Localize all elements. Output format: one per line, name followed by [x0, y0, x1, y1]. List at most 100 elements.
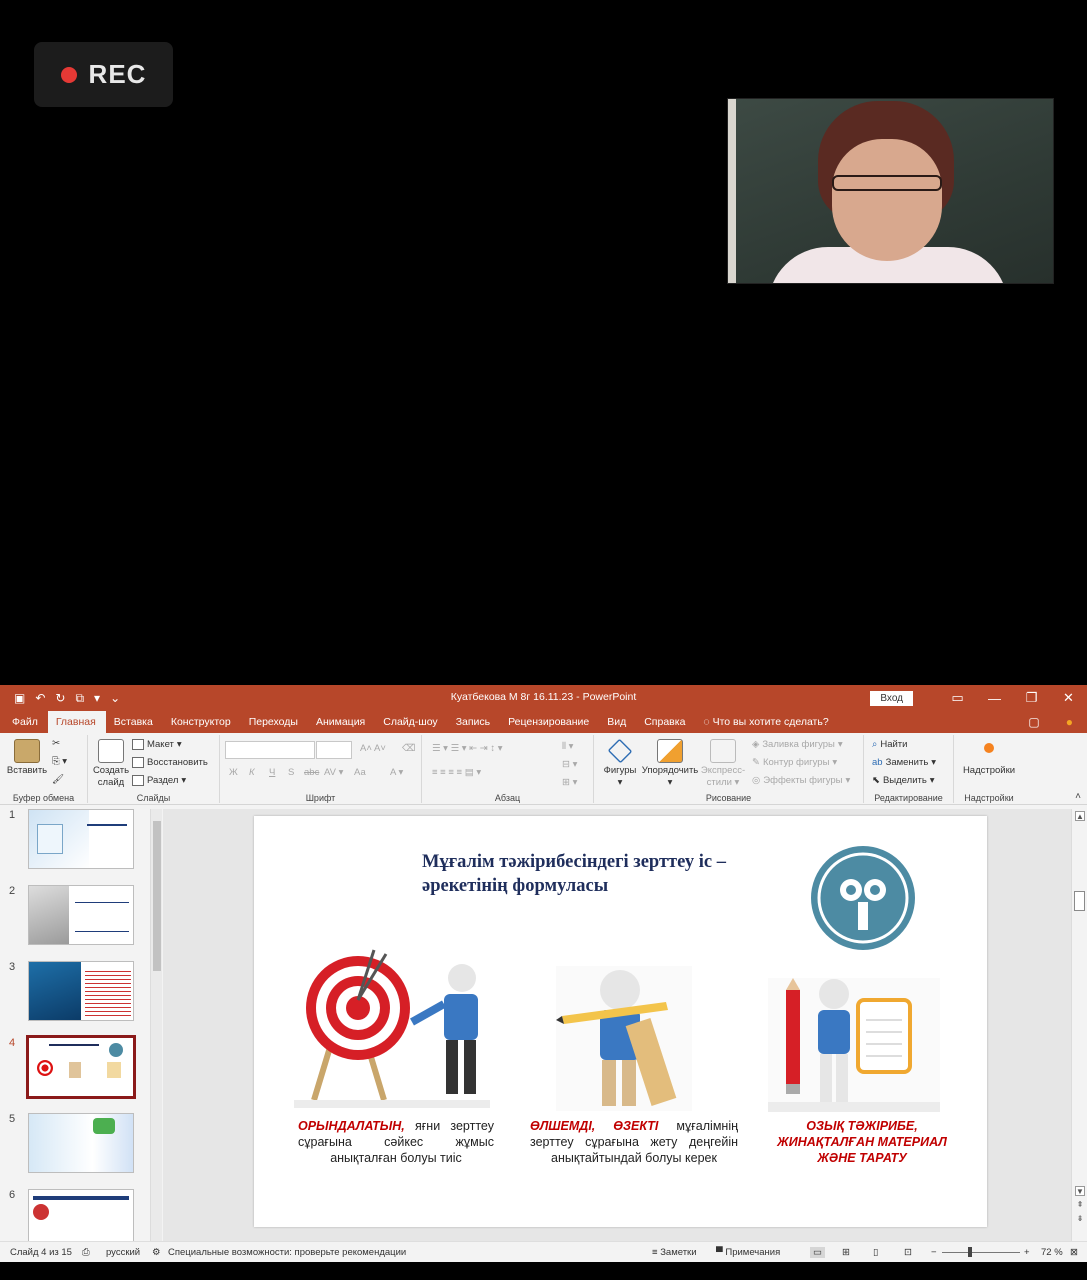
thumbnail-slide-1[interactable]: 1 — [0, 809, 150, 871]
font-color-icon[interactable]: ▾ — [94, 691, 100, 705]
accessibility-status[interactable]: Специальные возможности: проверьте реком… — [168, 1247, 406, 1258]
thumbnails-scroll-thumb[interactable] — [153, 821, 161, 971]
thumbnail-slide-4[interactable]: 4 — [0, 1035, 150, 1099]
thumbnail-slide-2[interactable]: 2 — [0, 885, 150, 947]
caption-measurable[interactable]: ӨЛШЕМДІ, ӨЗЕКТІ мұғалімнің зерттеу сұрағ… — [530, 1118, 738, 1166]
spacing-icon[interactable]: AV ▾ — [324, 767, 343, 778]
bold-button[interactable]: Ж — [229, 767, 238, 778]
share-icon[interactable]: ● — [1066, 715, 1073, 729]
bullets-icon[interactable]: ☰ ▾ ☰ ▾ ⇤ ⇥ ↕ ▾ — [432, 743, 503, 754]
quick-styles-button[interactable]: Экспресс-стили ▾ — [698, 739, 748, 789]
minimize-icon[interactable]: — — [976, 691, 1013, 706]
paste-icon — [14, 739, 40, 763]
addins-button[interactable]: Надстройки — [958, 739, 1020, 777]
font-name-select[interactable] — [225, 741, 315, 759]
reset-button[interactable]: Восстановить — [132, 757, 208, 768]
normal-view-icon[interactable]: ▭ — [810, 1247, 825, 1258]
paste-button[interactable]: Вставить — [4, 739, 50, 777]
caption-feasible[interactable]: ОРЫНДАЛАТЫН, яғни зерттеу сұрағына сәйке… — [298, 1118, 494, 1166]
strikethrough-button[interactable]: abc — [304, 767, 319, 778]
align-icon[interactable]: ≡ ≡ ≡ ≡ ▤ ▾ — [432, 767, 481, 778]
quick-access-toolbar: ▣ ↶ ↻ ⧉ ▾ ⌄ — [0, 691, 120, 706]
comments-button[interactable]: ▀ Примечания — [716, 1247, 780, 1258]
select-button[interactable]: ⬉ Выделить ▾ — [872, 775, 935, 786]
underline-button[interactable]: Ч — [269, 767, 275, 778]
tab-record[interactable]: Запись — [448, 716, 500, 733]
shadow-button[interactable]: S — [288, 767, 294, 778]
thumbnails-scrollbar[interactable] — [150, 809, 162, 1241]
slide-scroll-thumb[interactable] — [1074, 891, 1085, 911]
shapes-button[interactable]: Фигуры ▾ — [600, 738, 640, 789]
current-slide[interactable]: Мұғалім тәжірибесіндегі зерттеу іс – әре… — [254, 816, 987, 1227]
sign-in-button[interactable]: Вход — [870, 690, 913, 706]
redo-icon[interactable]: ↻ — [55, 691, 65, 705]
zoom-out-icon[interactable]: − — [931, 1247, 937, 1258]
zoom-slider-knob[interactable] — [968, 1247, 972, 1257]
record-dot-icon — [60, 66, 77, 83]
shape-effects-button[interactable]: ◎ Эффекты фигуры ▾ — [752, 775, 850, 786]
tell-me-search[interactable]: ◌ Что вы хотите сделать? — [695, 716, 838, 733]
customize-qat-icon[interactable]: ⌄ — [110, 691, 120, 705]
scroll-up-icon[interactable]: ▲ — [1075, 811, 1085, 821]
close-icon[interactable]: ✕ — [1050, 690, 1087, 706]
spelling-icon[interactable]: ⎙ — [82, 1247, 90, 1258]
format-painter-icon[interactable]: 🖌 — [52, 774, 64, 785]
shape-fill-button[interactable]: ◈ Заливка фигуры ▾ — [752, 739, 843, 750]
collapse-ribbon-icon[interactable]: ˄ — [1075, 791, 1081, 802]
zoom-slider[interactable] — [942, 1252, 1020, 1253]
italic-button[interactable]: К — [249, 767, 255, 778]
tab-transitions[interactable]: Переходы — [241, 716, 308, 733]
thumbnail-slide-3[interactable]: 3 — [0, 961, 150, 1023]
tab-view[interactable]: Вид — [599, 716, 636, 733]
tab-animations[interactable]: Анимация — [308, 716, 375, 733]
slideshow-icon[interactable]: ⊡ — [904, 1247, 912, 1258]
tab-home[interactable]: Главная — [47, 711, 106, 733]
clear-format-icon[interactable]: ⌫ — [402, 743, 415, 754]
replace-button[interactable]: ab Заменить ▾ — [872, 757, 936, 768]
save-icon[interactable]: ▣ — [14, 691, 25, 705]
cut-icon[interactable]: ✂ — [52, 738, 60, 749]
caption-best-practice[interactable]: ОЗЫҚ ТӘЖІРИБЕ, ЖИНАҚТАЛҒАН МАТЕРИАЛ ЖӘНЕ… — [764, 1118, 960, 1166]
change-case-button[interactable]: Аа — [354, 767, 366, 778]
tab-review[interactable]: Рецензирование — [500, 716, 599, 733]
font-size-select[interactable] — [316, 741, 352, 759]
fit-slide-icon[interactable]: ⊠ — [1070, 1247, 1078, 1258]
slide-sorter-icon[interactable]: ⊞ — [842, 1247, 850, 1258]
align-text-icon[interactable]: ⊟ ▾ — [562, 759, 577, 770]
present-icon[interactable]: ⧉ — [75, 691, 84, 706]
copy-icon[interactable]: ⎘ ▾ — [52, 756, 67, 767]
font-color-icon[interactable]: A ▾ — [390, 767, 403, 778]
tab-design[interactable]: Конструктор — [163, 716, 241, 733]
arrange-button[interactable]: Упорядочить ▾ — [638, 739, 702, 789]
slide-title[interactable]: Мұғалім тәжірибесіндегі зерттеу іс – әре… — [422, 850, 726, 898]
tab-help[interactable]: Справка — [636, 716, 695, 733]
find-button[interactable]: ⌕ Найти — [872, 739, 907, 750]
layout-button[interactable]: Макет ▾ — [132, 739, 182, 750]
tab-slideshow[interactable]: Слайд-шоу — [375, 716, 447, 733]
comments-icon[interactable]: ▢ — [1028, 715, 1039, 729]
next-slide-icon[interactable]: ⇟ — [1075, 1214, 1085, 1224]
text-direction-icon[interactable]: ⫴ ▾ — [562, 741, 573, 752]
previous-slide-icon[interactable]: ⇞ — [1075, 1200, 1085, 1210]
zoom-level[interactable]: 72 % — [1041, 1247, 1063, 1258]
thumbnail-slide-5[interactable]: 5 — [0, 1113, 150, 1175]
tab-insert[interactable]: Вставка — [106, 716, 163, 733]
notes-button[interactable]: ≡ Заметки — [652, 1247, 697, 1258]
section-button[interactable]: Раздел ▾ — [132, 775, 186, 786]
tell-me-label: Что вы хотите сделать? — [712, 716, 829, 728]
ribbon-display-icon[interactable]: ▭ — [939, 690, 976, 706]
new-slide-button[interactable]: Создать слайд — [91, 739, 131, 789]
slide-scrollbar[interactable]: ▲ ▼ ⇞ ⇟ — [1071, 809, 1087, 1241]
undo-icon[interactable]: ↶ — [35, 691, 45, 705]
reading-view-icon[interactable]: ▯ — [873, 1247, 878, 1258]
zoom-in-icon[interactable]: + — [1024, 1247, 1030, 1258]
thumbnail-image — [28, 961, 134, 1021]
grow-font-icon[interactable]: A˄ A˅ — [360, 743, 386, 754]
tab-file[interactable]: Файл — [4, 716, 48, 733]
accessibility-icon[interactable]: ⚙ — [152, 1247, 161, 1258]
smartart-icon[interactable]: ⊞ ▾ — [562, 777, 577, 788]
shape-outline-button[interactable]: ✎ Контур фигуры ▾ — [752, 757, 837, 768]
restore-icon[interactable]: ❐ — [1013, 690, 1050, 706]
language-indicator[interactable]: русский — [106, 1247, 140, 1258]
scroll-down-icon[interactable]: ▼ — [1075, 1186, 1085, 1196]
